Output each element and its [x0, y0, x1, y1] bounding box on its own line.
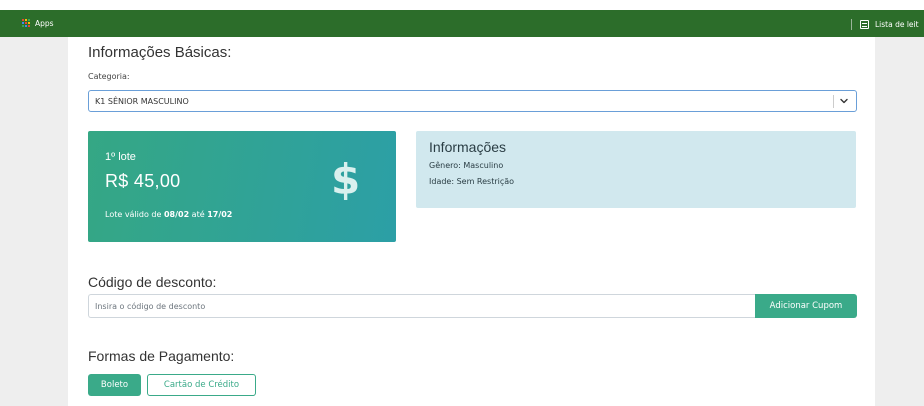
discount-placeholder: Insira o código de desconto — [95, 301, 206, 311]
reading-list-icon — [860, 20, 869, 29]
lote-validity: Lote válido de 08/02 até 17/02 — [105, 210, 232, 219]
add-coupon-button[interactable]: Adicionar Cupom — [755, 294, 857, 318]
info-title: Informações — [429, 139, 507, 155]
category-label: Categoria: — [88, 72, 130, 81]
window-top-strip — [0, 0, 924, 10]
chevron-down-icon[interactable] — [839, 96, 849, 106]
lote-valid-from: 08/02 — [163, 210, 190, 219]
reading-list[interactable]: Lista de leit — [851, 19, 919, 30]
lote-valid-to: 17/02 — [207, 210, 233, 219]
info-card: Informações Gênero: Masculino Idade: Sem… — [416, 131, 856, 208]
idade-value: Sem Restrição — [454, 177, 515, 186]
bookmarks-separator — [851, 19, 852, 30]
bookmarks-bar: Apps Lista de leit — [0, 10, 924, 37]
select-divider — [833, 95, 834, 108]
apps-shortcut[interactable]: Apps — [22, 19, 54, 28]
discount-title: Código de desconto: — [88, 274, 217, 290]
price-card: 1º lote R$ 45,00 Lote válido de 08/02 at… — [88, 131, 396, 242]
page-background: Informações Básicas: Categoria: K1 SÊNIO… — [0, 37, 924, 406]
registration-form: Informações Básicas: Categoria: K1 SÊNIO… — [68, 37, 875, 406]
info-idade: Idade: Sem Restrição — [429, 177, 514, 186]
lote-price: R$ 45,00 — [105, 171, 181, 191]
payment-title: Formas de Pagamento: — [88, 348, 235, 364]
apps-label: Apps — [35, 19, 54, 28]
boleto-button[interactable]: Boleto — [88, 374, 141, 396]
lote-valid-mid: até — [189, 210, 208, 219]
category-select[interactable]: K1 SÊNIOR MASCULINO — [88, 90, 857, 112]
idade-label: Idade: — [429, 177, 455, 186]
info-genero: Gênero: Masculino — [429, 161, 503, 170]
dollar-icon: $ — [331, 155, 361, 204]
category-selected-value: K1 SÊNIOR MASCULINO — [95, 96, 189, 106]
genero-value: Masculino — [460, 161, 504, 170]
genero-label: Gênero: — [429, 161, 461, 170]
lote-valid-prefix: Lote válido de — [105, 210, 164, 219]
credit-card-button[interactable]: Cartão de Crédito — [147, 374, 256, 396]
reading-list-label: Lista de leit — [875, 20, 919, 29]
lote-title: 1º lote — [105, 151, 136, 163]
basic-info-title: Informações Básicas: — [88, 44, 232, 61]
discount-code-input[interactable]: Insira o código de desconto — [88, 294, 755, 318]
apps-grid-icon — [22, 19, 31, 28]
